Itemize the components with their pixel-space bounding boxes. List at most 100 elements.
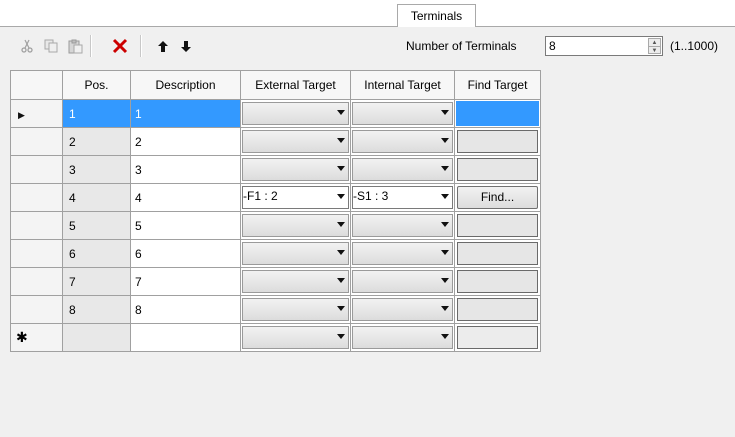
pos-cell[interactable]: 5: [62, 211, 131, 240]
pos-cell[interactable]: 4: [62, 183, 131, 212]
find-target-cell[interactable]: [454, 239, 541, 268]
table-row[interactable]: 33: [10, 155, 541, 184]
pos-cell[interactable]: 3: [62, 155, 131, 184]
row-header[interactable]: ▶: [10, 99, 63, 128]
chevron-down-icon[interactable]: [334, 326, 348, 346]
row-header[interactable]: [10, 295, 63, 324]
column-header-internal-target[interactable]: Internal Target: [350, 70, 455, 100]
chevron-down-icon[interactable]: [334, 158, 348, 178]
description-cell[interactable]: 3: [130, 155, 241, 184]
description-cell[interactable]: 4: [130, 183, 241, 212]
internal-target-cell[interactable]: [350, 99, 455, 128]
internal-target-cell[interactable]: [350, 155, 455, 184]
table-row[interactable]: 55: [10, 211, 541, 240]
chevron-down-icon[interactable]: [334, 298, 348, 318]
find-target-cell[interactable]: [454, 323, 541, 352]
find-target-cell[interactable]: [454, 267, 541, 296]
cut-icon[interactable]: [17, 36, 37, 56]
external-target-dropdown[interactable]: [241, 156, 350, 183]
external-target-cell[interactable]: [240, 127, 351, 156]
external-target-dropdown[interactable]: [241, 240, 350, 267]
spin-up-icon[interactable]: ▲: [649, 39, 660, 46]
external-target-dropdown[interactable]: [241, 128, 350, 155]
internal-target-dropdown[interactable]: [351, 268, 454, 295]
external-target-cell[interactable]: [240, 323, 351, 352]
chevron-down-icon[interactable]: [438, 242, 452, 262]
row-header[interactable]: [10, 267, 63, 296]
external-target-cell[interactable]: [240, 295, 351, 324]
external-target-cell[interactable]: [240, 211, 351, 240]
description-cell[interactable]: 6: [130, 239, 241, 268]
description-cell[interactable]: 1: [130, 99, 241, 128]
chevron-down-icon[interactable]: [334, 214, 348, 234]
pos-cell[interactable]: [62, 323, 131, 352]
external-target-dropdown[interactable]: -F1 : 2: [241, 184, 350, 211]
find-target-cell[interactable]: [454, 99, 541, 128]
find-button[interactable]: Find...: [457, 186, 538, 209]
table-row[interactable]: 66: [10, 239, 541, 268]
find-target-cell[interactable]: [454, 155, 541, 184]
chevron-down-icon[interactable]: [438, 130, 452, 150]
chevron-down-icon[interactable]: [334, 270, 348, 290]
find-target-cell[interactable]: [454, 295, 541, 324]
number-of-terminals-input[interactable]: 8 ▲ ▼: [545, 36, 663, 56]
chevron-down-icon[interactable]: [334, 242, 348, 262]
pos-cell[interactable]: 7: [62, 267, 131, 296]
description-cell[interactable]: 8: [130, 295, 241, 324]
spin-down-icon[interactable]: ▼: [649, 46, 660, 54]
row-header[interactable]: [10, 239, 63, 268]
column-header-find-target[interactable]: Find Target: [454, 70, 541, 100]
new-row[interactable]: ✱: [10, 323, 541, 352]
internal-target-dropdown[interactable]: [351, 324, 454, 351]
chevron-down-icon[interactable]: [438, 158, 452, 178]
row-header[interactable]: ✱: [10, 323, 63, 352]
paste-icon[interactable]: [65, 36, 85, 56]
table-row[interactable]: 88: [10, 295, 541, 324]
internal-target-dropdown[interactable]: [351, 128, 454, 155]
chevron-down-icon[interactable]: [334, 130, 348, 150]
number-spinner[interactable]: ▲ ▼: [648, 38, 661, 54]
table-row[interactable]: ▶ 1 1: [10, 99, 541, 128]
external-target-cell[interactable]: [240, 267, 351, 296]
pos-cell[interactable]: 6: [62, 239, 131, 268]
external-target-dropdown[interactable]: [241, 100, 350, 127]
move-up-icon[interactable]: [153, 36, 173, 56]
pos-cell[interactable]: 8: [62, 295, 131, 324]
table-row[interactable]: 77: [10, 267, 541, 296]
description-cell[interactable]: 5: [130, 211, 241, 240]
row-header[interactable]: [10, 183, 63, 212]
internal-target-cell[interactable]: [350, 127, 455, 156]
delete-icon[interactable]: [110, 36, 130, 56]
copy-icon[interactable]: [41, 36, 61, 56]
column-header-pos[interactable]: Pos.: [62, 70, 131, 100]
internal-target-dropdown[interactable]: [351, 240, 454, 267]
internal-target-cell[interactable]: [350, 323, 455, 352]
row-header[interactable]: [10, 127, 63, 156]
external-target-dropdown[interactable]: [241, 212, 350, 239]
find-target-cell[interactable]: Find...: [454, 183, 541, 212]
find-target-cell[interactable]: [454, 127, 541, 156]
external-target-dropdown[interactable]: [241, 296, 350, 323]
external-target-cell[interactable]: -F1 : 2: [240, 183, 351, 212]
description-cell[interactable]: [130, 323, 241, 352]
internal-target-cell[interactable]: -S1 : 3: [350, 183, 455, 212]
chevron-down-icon[interactable]: [438, 270, 452, 290]
internal-target-dropdown[interactable]: [351, 156, 454, 183]
find-target-cell[interactable]: [454, 211, 541, 240]
internal-target-cell[interactable]: [350, 239, 455, 268]
pos-cell[interactable]: 2: [62, 127, 131, 156]
row-header[interactable]: [10, 211, 63, 240]
internal-target-dropdown[interactable]: [351, 212, 454, 239]
internal-target-dropdown[interactable]: [351, 100, 454, 127]
internal-target-dropdown[interactable]: [351, 296, 454, 323]
internal-target-dropdown[interactable]: -S1 : 3: [351, 184, 454, 211]
chevron-down-icon[interactable]: [438, 298, 452, 318]
row-header[interactable]: [10, 155, 63, 184]
chevron-down-icon[interactable]: [334, 186, 348, 206]
internal-target-cell[interactable]: [350, 295, 455, 324]
external-target-cell[interactable]: [240, 239, 351, 268]
internal-target-cell[interactable]: [350, 267, 455, 296]
column-header-external-target[interactable]: External Target: [240, 70, 351, 100]
external-target-dropdown[interactable]: [241, 324, 350, 351]
internal-target-cell[interactable]: [350, 211, 455, 240]
